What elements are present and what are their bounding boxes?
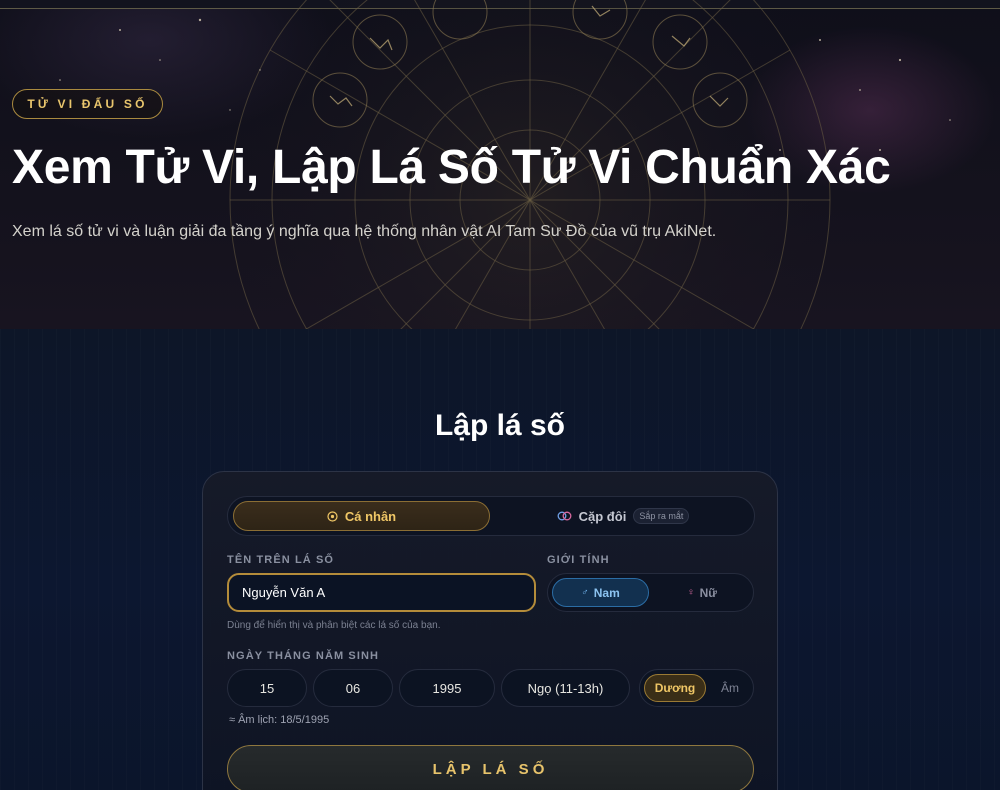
- coming-soon-badge: Sắp ra mắt: [633, 508, 690, 524]
- linked-rings-icon: [557, 511, 572, 521]
- day-select[interactable]: 15: [227, 669, 307, 707]
- hero-banner: TỬ VI ĐẨU SỐ Xem Tử Vi, Lập Lá Số Tử Vi …: [0, 0, 1000, 329]
- form-title: Lập lá số: [434, 409, 566, 442]
- submit-button[interactable]: LẬP LÁ SỐ: [227, 745, 754, 790]
- tab-personal-label: Cá nhân: [344, 508, 397, 524]
- mode-toggle: Cá nhân Cặp đôi Sắp ra mắt: [227, 496, 755, 536]
- tab-couple[interactable]: Cặp đôi Sắp ra mắt: [494, 501, 752, 531]
- category-badge: TỬ VI ĐẨU SỐ: [12, 89, 163, 119]
- lunar-date-note: ≈ Âm lịch: 18/5/1995: [229, 714, 330, 726]
- birth-date-label: NGÀY THÁNG NĂM SINH: [227, 650, 380, 662]
- calendar-option-lunar[interactable]: Âm: [710, 674, 750, 702]
- tab-couple-label: Cặp đôi: [578, 508, 627, 524]
- chart-form-section: Lập lá số Cá nhân Cặp đôi Sắp ra mắt TÊN…: [0, 329, 1000, 790]
- page-title: Xem Tử Vi, Lập Lá Số Tử Vi Chuẩn Xác: [12, 141, 891, 194]
- female-symbol-icon: ♀: [687, 587, 695, 598]
- calendar-type-toggle: Dương Âm: [639, 669, 754, 707]
- year-select[interactable]: 1995: [399, 669, 495, 707]
- sun-circle-icon: [327, 510, 338, 522]
- name-hint: Dùng để hiển thị và phân biệt các lá số …: [227, 620, 441, 631]
- birth-hour-select[interactable]: Ngọ (11-13h): [501, 669, 630, 707]
- gender-female-label: Nữ: [699, 585, 717, 600]
- month-select[interactable]: 06: [313, 669, 393, 707]
- gender-option-male[interactable]: ♂ Nam: [552, 578, 649, 607]
- tab-personal[interactable]: Cá nhân: [233, 501, 490, 531]
- page-subtitle: Xem lá số tử vi và luận giải đa tầng ý n…: [12, 223, 717, 240]
- gender-toggle: ♂ Nam ♀ Nữ: [547, 573, 754, 612]
- gender-label: GIỚI TÍNH: [547, 554, 610, 566]
- gender-option-female[interactable]: ♀ Nữ: [653, 578, 751, 607]
- name-label: TÊN TRÊN LÁ SỐ: [227, 554, 335, 566]
- calendar-option-solar[interactable]: Dương: [644, 674, 706, 702]
- male-symbol-icon: ♂: [581, 587, 589, 598]
- gender-male-label: Nam: [593, 585, 620, 600]
- name-input[interactable]: [227, 573, 536, 612]
- chart-form-card: Cá nhân Cặp đôi Sắp ra mắt TÊN TRÊN LÁ S…: [202, 471, 778, 790]
